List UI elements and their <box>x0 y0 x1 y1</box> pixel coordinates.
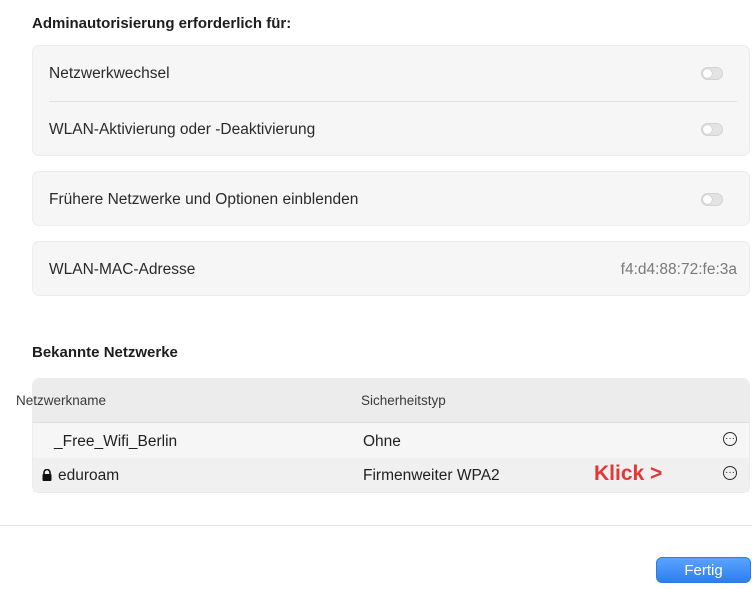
network-change-label: Netzwerkwechsel <box>49 64 170 82</box>
security-type: Ohne <box>363 433 401 450</box>
mac-address-group: WLAN-MAC-Adresse f4:d4:88:72:fe:3a <box>32 241 750 296</box>
toggle-knob <box>703 125 712 134</box>
network-name: _Free_Wifi_Berlin <box>54 433 178 450</box>
column-header-name[interactable]: Netzwerkname <box>16 393 106 408</box>
wifi-activation-toggle[interactable] <box>701 123 723 136</box>
wifi-activation-row: WLAN-Aktivierung oder -Deaktivierung <box>33 102 749 157</box>
admin-authorization-group: Netzwerkwechsel WLAN-Aktivierung oder -D… <box>32 45 750 156</box>
legacy-networks-toggle[interactable] <box>701 193 723 206</box>
network-change-row: Netzwerkwechsel <box>33 46 749 101</box>
column-header-security[interactable]: Sicherheitstyp <box>361 393 446 408</box>
lock-icon <box>42 469 52 481</box>
footer-divider <box>0 525 752 526</box>
more-options-icon[interactable]: ··· <box>723 466 737 480</box>
more-options-icon[interactable]: ··· <box>723 432 737 446</box>
table-row[interactable]: _Free_Wifi_Berlin Ohne ··· <box>33 424 749 458</box>
toggle-knob <box>703 69 712 78</box>
network-name: eduroam <box>58 467 120 484</box>
known-networks-heading: Bekannte Netzwerke <box>32 344 178 361</box>
legacy-networks-label: Frühere Netzwerke und Optionen einblende… <box>49 190 359 208</box>
toggle-knob <box>703 195 712 204</box>
legacy-networks-group: Frühere Netzwerke und Optionen einblende… <box>32 171 750 226</box>
mac-address-row: WLAN-MAC-Adresse f4:d4:88:72:fe:3a <box>33 242 749 297</box>
click-annotation: Klick > <box>594 462 663 485</box>
mac-address-value: f4:d4:88:72:fe:3a <box>620 260 737 278</box>
done-button[interactable]: Fertig <box>656 557 751 583</box>
legacy-networks-row: Frühere Netzwerke und Optionen einblende… <box>33 172 749 227</box>
mac-address-label: WLAN-MAC-Adresse <box>49 260 196 278</box>
network-change-toggle[interactable] <box>701 67 723 80</box>
wifi-activation-label: WLAN-Aktivierung oder -Deaktivierung <box>49 120 316 138</box>
network-name-cell: eduroam <box>42 467 120 485</box>
security-type: Firmenweiter WPA2 <box>363 467 500 484</box>
table-header: Netzwerkname Sicherheitstyp <box>16 379 749 423</box>
admin-authorization-heading: Adminautorisierung erforderlich für: <box>32 15 292 32</box>
